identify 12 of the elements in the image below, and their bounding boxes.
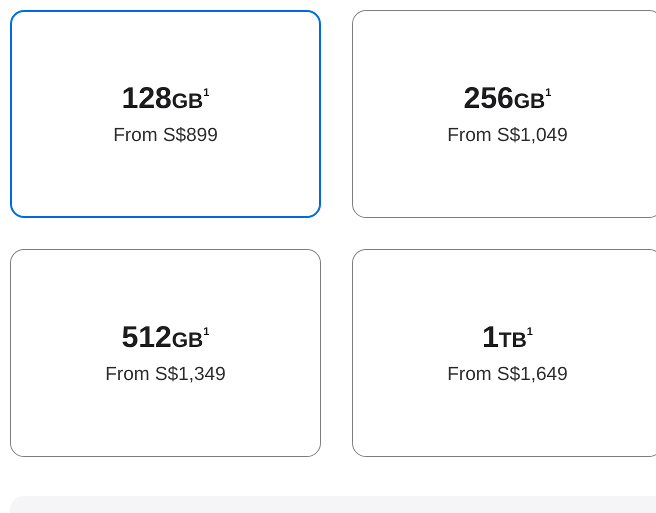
storage-option-card[interactable]: 256GB$^{1}$ From S$1,049 <box>352 10 656 218</box>
storage-option-card[interactable]: 128GB$^{1}$ From S$899 <box>10 10 321 218</box>
capacity-label: 1TB$^{1}$ <box>482 320 533 354</box>
capacity-label: 256GB$^{1}$ <box>464 82 552 114</box>
price-label: From S$1,349 <box>105 364 226 386</box>
storage-option-card[interactable]: 512GB$^{1}$ From S$1,349 <box>10 249 321 457</box>
price-label: From S$1,649 <box>447 364 568 386</box>
capacity-label: 128GB$^{1}$ <box>122 82 210 114</box>
price-label: From S$899 <box>113 124 218 146</box>
storage-option-card[interactable]: 1TB$^{1}$ From S$1,649 <box>352 249 656 457</box>
price-label: From S$1,049 <box>447 124 568 146</box>
capacity-label: 512GB$^{1}$ <box>122 320 210 354</box>
